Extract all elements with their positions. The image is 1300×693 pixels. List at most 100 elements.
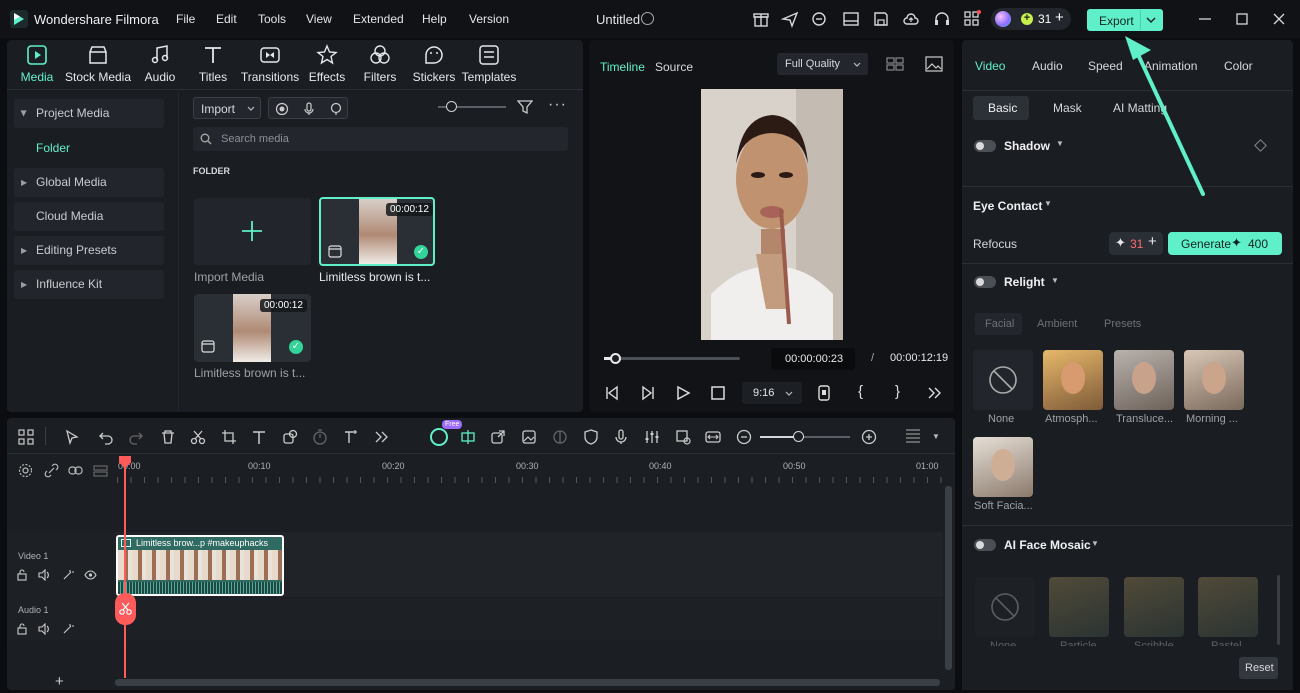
aspect-ratio-dropdown[interactable]: 9:16: [742, 382, 802, 404]
subtab-mask[interactable]: Mask: [1053, 101, 1082, 115]
zoom-slider-handle[interactable]: [446, 101, 457, 112]
sidebar-item-editing-presets[interactable]: ▶ Editing Presets: [14, 236, 164, 265]
magic-wand-icon[interactable]: [62, 569, 74, 581]
tab-source[interactable]: Source: [655, 60, 693, 74]
mosaic-preset-none[interactable]: [975, 577, 1035, 637]
import-dropdown[interactable]: Import: [193, 97, 261, 119]
tab-video[interactable]: Video: [975, 59, 1005, 73]
record-voice-icon[interactable]: [613, 429, 629, 445]
props-scrollbar[interactable]: [1277, 575, 1280, 645]
subtab-basic[interactable]: Basic: [973, 96, 1029, 120]
speaker-icon[interactable]: [38, 569, 50, 581]
chevron-down-icon[interactable]: [1146, 16, 1156, 24]
next-frame-icon[interactable]: [640, 385, 656, 401]
microphone-icon[interactable]: [302, 102, 316, 116]
track-height-icon[interactable]: [906, 429, 920, 445]
split-scissors-button[interactable]: [115, 593, 136, 625]
search-input[interactable]: Search media: [193, 127, 568, 151]
send-icon[interactable]: [781, 10, 799, 28]
settings-gear-icon[interactable]: [18, 463, 33, 478]
relight-preset-none[interactable]: [973, 350, 1033, 410]
close-icon[interactable]: [1270, 10, 1288, 28]
layout-icon[interactable]: [842, 10, 860, 28]
face-mosaic-caret-icon[interactable]: ▼: [1091, 539, 1099, 548]
mosaic-preset-pastel[interactable]: [1198, 577, 1258, 637]
quality-dropdown[interactable]: Full Quality: [777, 53, 868, 75]
tool-media[interactable]: Media: [2, 44, 72, 84]
mark-in-icon[interactable]: {: [858, 383, 863, 400]
fit-timeline-icon[interactable]: [705, 429, 721, 445]
sidebar-item-folder[interactable]: Folder: [36, 141, 70, 155]
import-media-tile[interactable]: [194, 198, 311, 265]
export-frame-icon[interactable]: [490, 429, 506, 445]
lock-icon[interactable]: [16, 623, 28, 635]
relight-tab-presets[interactable]: Presets: [1104, 318, 1141, 330]
video-preview[interactable]: [701, 89, 843, 340]
ai-text-icon[interactable]: [343, 429, 359, 445]
tool-templates[interactable]: Templates: [454, 44, 524, 84]
timeline-zoom-handle[interactable]: [793, 431, 804, 442]
redo-icon[interactable]: [128, 429, 144, 445]
more-controls-icon[interactable]: [926, 385, 942, 401]
relight-preset-soft-facial[interactable]: [973, 437, 1033, 497]
add-track-icon[interactable]: +: [55, 673, 64, 690]
current-time-field[interactable]: 00:00:00:23: [771, 348, 855, 370]
media-clip-1[interactable]: 00:00:12 ✓: [319, 197, 435, 266]
relight-tab-ambient[interactable]: Ambient: [1037, 318, 1077, 330]
select-pointer-icon[interactable]: [64, 429, 80, 445]
image-edit-icon[interactable]: [521, 429, 537, 445]
sidebar-item-project-media[interactable]: ▶ Project Media: [14, 99, 164, 128]
more-options-icon[interactable]: ···: [548, 97, 567, 113]
relight-preset-atmosphere[interactable]: [1043, 350, 1103, 410]
timeline-vertical-scrollbar[interactable]: [945, 486, 952, 670]
link-clips-icon[interactable]: [68, 463, 83, 478]
track-manage-icon[interactable]: [93, 463, 108, 478]
undo-icon[interactable]: [98, 429, 114, 445]
zoom-out-icon[interactable]: [736, 429, 752, 445]
relight-preset-morning[interactable]: [1184, 350, 1244, 410]
mosaic-preset-particle[interactable]: [1049, 577, 1109, 637]
filter-funnel-icon[interactable]: [517, 99, 533, 115]
menu-tools[interactable]: Tools: [258, 12, 286, 26]
relight-toggle[interactable]: [974, 276, 996, 288]
scrub-bar[interactable]: [604, 357, 740, 360]
grid-view-icon[interactable]: [886, 56, 904, 72]
tab-audio[interactable]: Audio: [1032, 59, 1063, 73]
refocus-credits-pill[interactable]: ✦ 31 +: [1109, 232, 1163, 255]
shadow-toggle[interactable]: [974, 140, 996, 152]
prev-frame-icon[interactable]: [604, 385, 620, 401]
gift-icon[interactable]: [752, 10, 770, 28]
scrub-handle[interactable]: [610, 353, 621, 364]
zoom-in-icon[interactable]: [861, 429, 877, 445]
credits-pill[interactable]: + 31 +: [991, 8, 1071, 30]
cloud-sync-icon[interactable]: [810, 10, 828, 28]
mark-out-icon[interactable]: }: [895, 383, 900, 400]
relight-caret-icon[interactable]: ▼: [1051, 276, 1059, 285]
save-icon[interactable]: [872, 10, 890, 28]
shadow-caret-icon[interactable]: ▼: [1056, 139, 1064, 148]
generate-button[interactable]: Generate ✦ 400: [1168, 232, 1282, 255]
maximize-icon[interactable]: [1233, 10, 1251, 28]
minimize-icon[interactable]: [1196, 10, 1214, 28]
eye-contact-caret-icon[interactable]: ▼: [1044, 199, 1052, 208]
crop-icon[interactable]: [221, 429, 237, 445]
eye-icon[interactable]: [84, 569, 97, 581]
more-tools-icon[interactable]: [373, 429, 389, 445]
apps-grid-icon[interactable]: [963, 10, 981, 28]
timer-icon[interactable]: [312, 429, 328, 445]
face-mosaic-toggle[interactable]: [974, 539, 996, 551]
sidebar-item-influence-kit[interactable]: ▶ Influence Kit: [14, 270, 164, 299]
menu-extended[interactable]: Extended: [353, 12, 404, 26]
tab-timeline[interactable]: Timeline: [600, 60, 645, 74]
replace-clip-icon[interactable]: [675, 429, 691, 445]
scene-detect-icon[interactable]: [460, 429, 476, 445]
cloud-upload-icon[interactable]: [902, 10, 920, 28]
color-match-icon[interactable]: [552, 429, 568, 445]
sidebar-item-global-media[interactable]: ▶ Global Media: [14, 168, 164, 197]
play-icon[interactable]: [675, 385, 691, 401]
stop-icon[interactable]: [710, 385, 726, 401]
delete-trash-icon[interactable]: [160, 429, 176, 445]
menu-edit[interactable]: Edit: [216, 12, 237, 26]
timeline-horizontal-scrollbar[interactable]: [115, 679, 940, 686]
layout-grid-icon[interactable]: [18, 429, 34, 445]
